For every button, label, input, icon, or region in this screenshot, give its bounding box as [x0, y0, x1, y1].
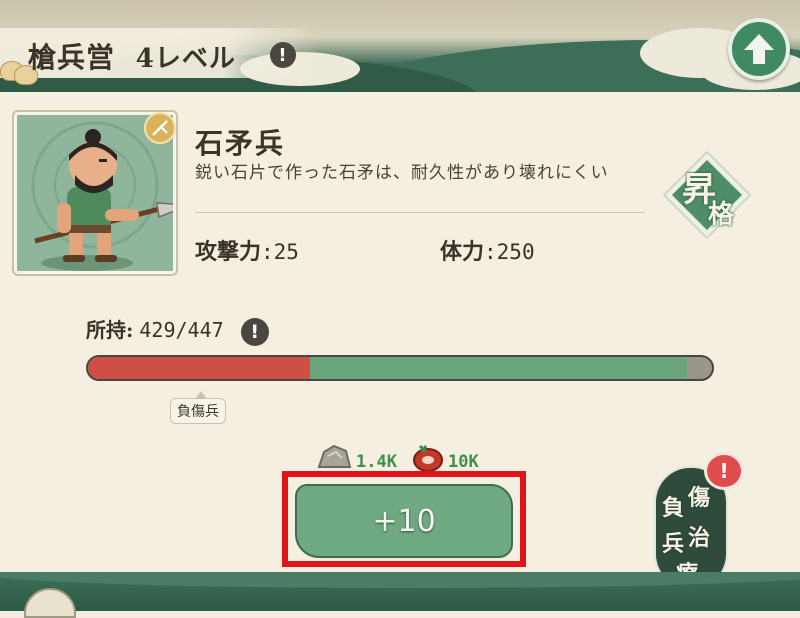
- troop-bar: [86, 355, 714, 381]
- bottom-scenery: [0, 572, 800, 611]
- heal-label-4: 治: [688, 525, 711, 551]
- promote-label-2: 格: [708, 200, 735, 230]
- train-button[interactable]: +10: [295, 484, 513, 558]
- wave-decoration: [0, 572, 800, 588]
- up-arrow-icon: [744, 34, 774, 64]
- heal-label-2: 傷: [688, 485, 711, 511]
- info-icon[interactable]: !: [270, 42, 296, 68]
- injured-tooltip: 負傷兵: [170, 391, 226, 424]
- building-level: 4レベル: [135, 44, 236, 74]
- unit-description: 鋭い石片で作った石矛は、耐久性があり壊れにくい: [195, 163, 609, 183]
- meat-icon: [413, 444, 443, 472]
- injured-troops-fill: [88, 357, 311, 379]
- owned-count: 所持: 429/447 !: [86, 314, 269, 346]
- hp-stat: 体力:250: [440, 234, 535, 266]
- building-upgrade-button[interactable]: [728, 18, 790, 80]
- unit-type-badge: [144, 112, 176, 144]
- building-title: 槍兵営 4レベル !: [28, 36, 296, 76]
- owned-label: 所持:: [86, 318, 134, 342]
- unit-name: 石矛兵: [195, 127, 286, 160]
- stone-icon: [317, 444, 352, 468]
- food-cost: 10K: [448, 452, 479, 472]
- attack-stat: 攻撃力:25: [195, 234, 299, 266]
- info-icon[interactable]: !: [240, 317, 269, 346]
- divider: [195, 212, 645, 213]
- building-name: 槍兵営: [28, 41, 116, 74]
- spear-class-icon: [152, 120, 168, 136]
- owned-value: 429/447: [139, 318, 224, 342]
- stone-cost: 1.4K: [356, 452, 397, 472]
- promote-button[interactable]: 昇 格: [660, 148, 754, 242]
- hp-label: 体力: [440, 239, 485, 265]
- hp-value: :250: [484, 240, 535, 264]
- alert-icon: !: [704, 452, 744, 490]
- heal-label-3: 兵: [662, 531, 685, 557]
- heal-label-1: 負: [662, 495, 685, 521]
- attack-value: :25: [261, 240, 299, 264]
- attack-label: 攻撃力: [195, 239, 262, 265]
